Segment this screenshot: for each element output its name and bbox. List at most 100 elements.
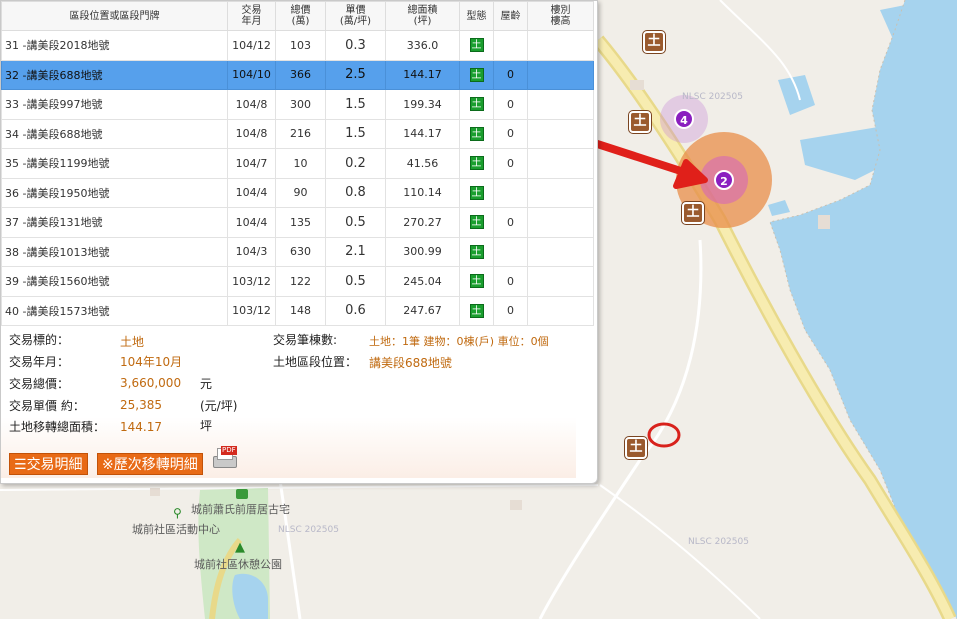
pdf-badge: PDF bbox=[221, 446, 237, 455]
cell-date: 104/3 bbox=[227, 236, 276, 267]
table-row[interactable]: 38 -講美段1013地號 104/3 630 2.1 300.99 土 bbox=[1, 236, 594, 267]
cell-location: 34 -講美段688地號 bbox=[1, 118, 228, 149]
pdf-export-icon[interactable]: PDF bbox=[209, 446, 237, 474]
cell-floor bbox=[527, 266, 594, 297]
table-row[interactable]: 34 -講美段688地號 104/8 216 1.5 144.17 土 0 bbox=[1, 118, 594, 149]
cluster-marker-4[interactable]: 4 bbox=[674, 109, 694, 129]
cell-area: 245.04 bbox=[385, 266, 460, 297]
cell-floor bbox=[527, 148, 594, 179]
cell-type: 土 bbox=[459, 89, 494, 120]
cell-area: 110.14 bbox=[385, 177, 460, 208]
cell-age bbox=[493, 236, 528, 267]
land-type-icon: 土 bbox=[469, 274, 484, 289]
cell-unit-price: 0.8 bbox=[325, 177, 386, 208]
cell-unit-price: 0.5 bbox=[325, 266, 386, 297]
cell-type: 土 bbox=[459, 118, 494, 149]
cell-date: 104/10 bbox=[227, 59, 276, 90]
cell-date: 104/8 bbox=[227, 118, 276, 149]
cell-total-price: 148 bbox=[275, 295, 326, 326]
table-row[interactable]: 32 -講美段688地號 104/10 366 2.5 144.17 土 0 bbox=[1, 59, 594, 90]
cell-location: 37 -講美段131地號 bbox=[1, 207, 228, 238]
cell-type: 土 bbox=[459, 295, 494, 326]
cell-age: 0 bbox=[493, 59, 528, 90]
cell-date: 103/12 bbox=[227, 266, 276, 297]
col-header-type[interactable]: 型態 bbox=[459, 1, 494, 31]
cell-floor bbox=[527, 59, 594, 90]
detail-location-label: 土地區段位置： bbox=[273, 355, 358, 369]
tree-icon: ▲ bbox=[235, 540, 245, 555]
poi-label-park[interactable]: 城前社區休憩公園 bbox=[194, 556, 282, 572]
cell-location: 32 -講美段688地號 bbox=[1, 59, 228, 90]
detail-subject-label: 交易標的： bbox=[9, 333, 70, 347]
building bbox=[818, 215, 830, 229]
col-header-floor[interactable]: 樓別 樓高 bbox=[527, 1, 594, 31]
table-row[interactable]: 39 -講美段1560地號 103/12 122 0.5 245.04 土 0 bbox=[1, 266, 594, 297]
detail-area-value: 144.17 bbox=[120, 420, 162, 434]
cell-total-price: 122 bbox=[275, 266, 326, 297]
cell-unit-price: 2.1 bbox=[325, 236, 386, 267]
transfer-history-button[interactable]: ※歷次移轉明細 bbox=[97, 453, 203, 475]
cell-date: 104/4 bbox=[227, 207, 276, 238]
transaction-detail-button[interactable]: ☰交易明細 bbox=[9, 453, 88, 475]
cell-floor bbox=[527, 295, 594, 326]
detail-date-label: 交易年月： bbox=[9, 355, 70, 369]
table-row[interactable]: 31 -講美段2018地號 104/12 103 0.3 336.0 土 bbox=[1, 30, 594, 61]
col-header-age[interactable]: 屋齡 bbox=[493, 1, 528, 31]
table-row[interactable]: 35 -講美段1199地號 104/7 10 0.2 41.56 土 0 bbox=[1, 148, 594, 179]
transaction-detail: 交易標的： 土地 交易年月： 104年10月 交易總價： 3,660,000 元… bbox=[1, 326, 576, 478]
detail-count-label: 交易筆棟數: bbox=[273, 333, 338, 347]
cell-age bbox=[493, 30, 528, 61]
cell-total-price: 90 bbox=[275, 177, 326, 208]
cell-age: 0 bbox=[493, 295, 528, 326]
col-header-unit-price[interactable]: 單價 (萬/坪) bbox=[325, 1, 386, 31]
cell-floor bbox=[527, 236, 594, 267]
detail-total-label: 交易總價： bbox=[9, 377, 70, 391]
poi-label-house[interactable]: 城前蕭氏前厝居古宅 bbox=[191, 501, 290, 517]
detail-area-label: 土地移轉總面積： bbox=[9, 420, 106, 434]
table-row[interactable]: 33 -講美段997地號 104/8 300 1.5 199.34 土 0 bbox=[1, 89, 594, 120]
detail-total-unit: 元 bbox=[200, 377, 213, 391]
detail-unit-value: 25,385 bbox=[120, 398, 162, 412]
poi-label-center[interactable]: 城前社區活動中心 bbox=[132, 521, 220, 537]
cluster-marker-2[interactable]: 2 bbox=[714, 170, 734, 190]
building bbox=[630, 80, 644, 90]
camera-icon bbox=[236, 489, 248, 499]
cell-floor bbox=[527, 89, 594, 120]
table-row[interactable]: 36 -講美段1950地號 104/4 90 0.8 110.14 土 bbox=[1, 177, 594, 208]
col-header-date[interactable]: 交易 年月 bbox=[227, 1, 276, 31]
cell-type: 土 bbox=[459, 207, 494, 238]
detail-subject-value: 土地 bbox=[120, 335, 145, 349]
cell-floor bbox=[527, 118, 594, 149]
land-marker[interactable]: 土 bbox=[629, 111, 651, 133]
cell-area: 300.99 bbox=[385, 236, 460, 267]
cell-unit-price: 2.5 bbox=[325, 59, 386, 90]
building bbox=[510, 500, 522, 510]
cell-unit-price: 0.2 bbox=[325, 148, 386, 179]
cell-age: 0 bbox=[493, 207, 528, 238]
table-row[interactable]: 40 -講美段1573地號 103/12 148 0.6 247.67 土 0 bbox=[1, 295, 594, 326]
cell-age: 0 bbox=[493, 118, 528, 149]
col-header-area[interactable]: 總面積 (坪) bbox=[385, 1, 460, 31]
cell-type: 土 bbox=[459, 177, 494, 208]
cell-age bbox=[493, 177, 528, 208]
cell-total-price: 630 bbox=[275, 236, 326, 267]
cell-total-price: 103 bbox=[275, 30, 326, 61]
cell-age: 0 bbox=[493, 148, 528, 179]
table-row[interactable]: 37 -講美段131地號 104/4 135 0.5 270.27 土 0 bbox=[1, 207, 594, 238]
land-marker[interactable]: 土 bbox=[643, 31, 665, 53]
land-marker[interactable]: 土 bbox=[625, 437, 647, 459]
land-type-icon: 土 bbox=[469, 97, 484, 112]
cell-area: 336.0 bbox=[385, 30, 460, 61]
cell-age: 0 bbox=[493, 266, 528, 297]
col-header-location[interactable]: 區段位置或區段門牌 bbox=[1, 1, 228, 31]
col-header-total[interactable]: 總價 (萬) bbox=[275, 1, 326, 31]
transaction-panel: 區段位置或區段門牌 交易 年月 總價 (萬) 單價 (萬/坪) 總面積 (坪) … bbox=[0, 0, 598, 484]
cell-type: 土 bbox=[459, 266, 494, 297]
land-type-icon: 土 bbox=[469, 303, 484, 318]
cell-unit-price: 1.5 bbox=[325, 89, 386, 120]
land-marker[interactable]: 土 bbox=[682, 202, 704, 224]
cell-type: 土 bbox=[459, 59, 494, 90]
detail-date-value: 104年10月 bbox=[120, 355, 183, 369]
cell-floor bbox=[527, 177, 594, 208]
land-type-icon: 土 bbox=[469, 67, 484, 82]
